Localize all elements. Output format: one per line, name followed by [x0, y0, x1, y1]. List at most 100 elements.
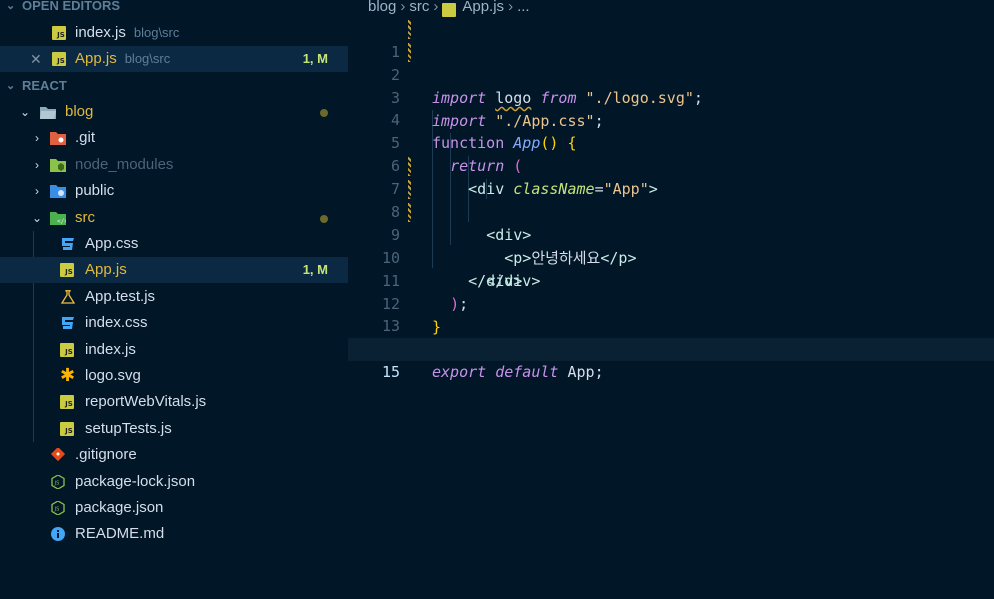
folder-src[interactable]: ⌄ </> src	[0, 205, 348, 231]
info-icon	[51, 527, 65, 541]
file-app-css[interactable]: App.css	[0, 231, 348, 257]
code-editor[interactable]: blog › src › App.js ›... 1 import logo from "…	[348, 0, 994, 599]
code-line[interactable]: 9 </div>	[348, 201, 994, 290]
code-line[interactable]: 14 export default App;	[348, 315, 994, 381]
code-line[interactable]: 5 return (	[348, 109, 994, 175]
js-file-icon: JS	[60, 422, 74, 436]
file-name: App.js	[85, 261, 127, 278]
file-name: package-lock.json	[75, 473, 196, 490]
chevron-right-icon: ›	[35, 158, 39, 172]
svg-text:</>: </>	[57, 218, 66, 225]
modified-gutter-mark	[408, 20, 411, 39]
code-line[interactable]: 6 <div className="App">	[348, 132, 994, 198]
file-package-lock[interactable]: JS package-lock.json	[0, 469, 348, 495]
chevron-right-icon: ›	[433, 0, 439, 15]
file-name: App.test.js	[85, 288, 156, 305]
open-editors-header[interactable]: ⌄ OPEN EDITORS	[0, 0, 348, 16]
css-file-icon	[62, 238, 74, 250]
file-index-js[interactable]: JS index.js	[0, 337, 348, 363]
folder-name: .git	[75, 129, 96, 146]
file-name: App.css	[85, 235, 139, 252]
file-path: blog\src	[133, 25, 180, 40]
folder-node-modules[interactable]: › node_modules	[0, 152, 348, 178]
problem-badge: 1, M	[302, 262, 328, 277]
file-name: reportWebVitals.js	[85, 393, 207, 410]
file-path: blog\src	[124, 51, 171, 66]
chevron-right-icon: ›	[35, 131, 39, 145]
svg-text:JS: JS	[54, 481, 60, 487]
file-name: logo.svg	[85, 367, 141, 384]
code-line[interactable]: 3	[348, 64, 994, 107]
folder-public[interactable]: › public	[0, 178, 348, 204]
modified-dot	[320, 215, 328, 223]
git-icon	[50, 448, 66, 462]
test-flask-icon	[60, 290, 76, 304]
js-file-icon: JS	[60, 343, 74, 357]
svg-text:JS: JS	[54, 507, 60, 513]
file-name: index.css	[85, 314, 148, 331]
folder-blog[interactable]: ⌄ blog	[0, 99, 348, 125]
folder-name: node_modules	[75, 156, 174, 173]
file-report-web-vitals[interactable]: JS reportWebVitals.js	[0, 389, 348, 415]
file-package-json[interactable]: JS package.json	[0, 495, 348, 521]
code-line[interactable]: 1 import logo from "./logo.svg";	[348, 18, 994, 107]
code-line-current[interactable]: 15	[348, 338, 994, 381]
file-name: README.md	[75, 525, 165, 542]
js-file-icon: JS	[52, 26, 66, 40]
file-readme[interactable]: README.md	[0, 521, 348, 547]
folder-open-icon	[40, 107, 56, 119]
file-gitignore[interactable]: .gitignore	[0, 442, 348, 468]
folder-name: src	[75, 209, 95, 226]
chevron-right-icon: ›	[400, 0, 406, 15]
modified-dot	[320, 109, 328, 117]
file-logo-svg[interactable]: ✱ logo.svg	[0, 363, 348, 389]
code-line[interactable]: 8 <p>안녕하세요</p>	[348, 178, 994, 267]
nodejs-icon: JS	[51, 501, 65, 515]
file-name: package.json	[75, 499, 164, 516]
breadcrumb: blog › src › App.js ›...	[368, 0, 530, 18]
code-line[interactable]: 2 import "./App.css";	[348, 41, 994, 130]
close-icon[interactable]: ✕	[30, 46, 42, 72]
folder-name: blog	[65, 103, 94, 120]
modified-gutter-mark	[408, 203, 411, 222]
file-name: .gitignore	[75, 446, 137, 463]
css-file-icon	[62, 317, 74, 329]
line-number: 15	[381, 363, 400, 381]
open-editor-item[interactable]: JS index.js blog\src	[0, 20, 348, 46]
file-name: setupTests.js	[85, 420, 172, 437]
public-folder-icon	[50, 185, 66, 198]
chevron-down-icon: ⌄	[6, 0, 16, 12]
breadcrumb-item[interactable]: ...	[517, 0, 530, 15]
code-line[interactable]: 12 }	[348, 270, 994, 336]
file-index-css[interactable]: index.css	[0, 310, 348, 336]
chevron-right-icon: ›	[35, 184, 39, 198]
code-line[interactable]: 13	[348, 292, 994, 335]
svg-asterisk-icon: ✱	[60, 365, 76, 385]
file-setup-tests[interactable]: JS setupTests.js	[0, 416, 348, 442]
file-name: index.js	[75, 24, 126, 41]
modified-gutter-mark	[408, 43, 411, 62]
chevron-right-icon: ›	[508, 0, 514, 15]
chevron-down-icon: ⌄	[6, 80, 16, 92]
breadcrumb-item[interactable]: App.js	[462, 0, 504, 15]
modified-gutter-mark	[408, 180, 411, 199]
chevron-down-icon: ⌄	[31, 211, 43, 225]
code-line[interactable]: 4 function App() {	[348, 86, 994, 152]
breadcrumb-item[interactable]: src	[409, 0, 429, 15]
code-line[interactable]: 7 <div>	[348, 155, 994, 244]
problem-badge: 1, M	[302, 51, 328, 66]
code-line[interactable]: 11 );	[348, 247, 994, 313]
file-app-test-js[interactable]: App.test.js	[0, 284, 348, 310]
node-folder-icon	[50, 159, 66, 172]
open-editor-item-active[interactable]: ✕ JS App.js blog\src 1, M	[0, 46, 348, 72]
file-name: App.js	[75, 50, 117, 67]
folder-git[interactable]: › .git	[0, 125, 348, 151]
breadcrumb-item[interactable]: blog	[368, 0, 396, 15]
code-line[interactable]: 10 </div>	[348, 224, 994, 290]
src-folder-icon: </>	[50, 212, 66, 225]
file-app-js[interactable]: JS App.js 1, M	[0, 257, 348, 283]
workspace-header[interactable]: ⌄ REACT	[0, 76, 348, 96]
modified-gutter-mark	[408, 157, 411, 176]
file-name: index.js	[85, 341, 136, 358]
chevron-down-icon: ⌄	[19, 105, 31, 119]
